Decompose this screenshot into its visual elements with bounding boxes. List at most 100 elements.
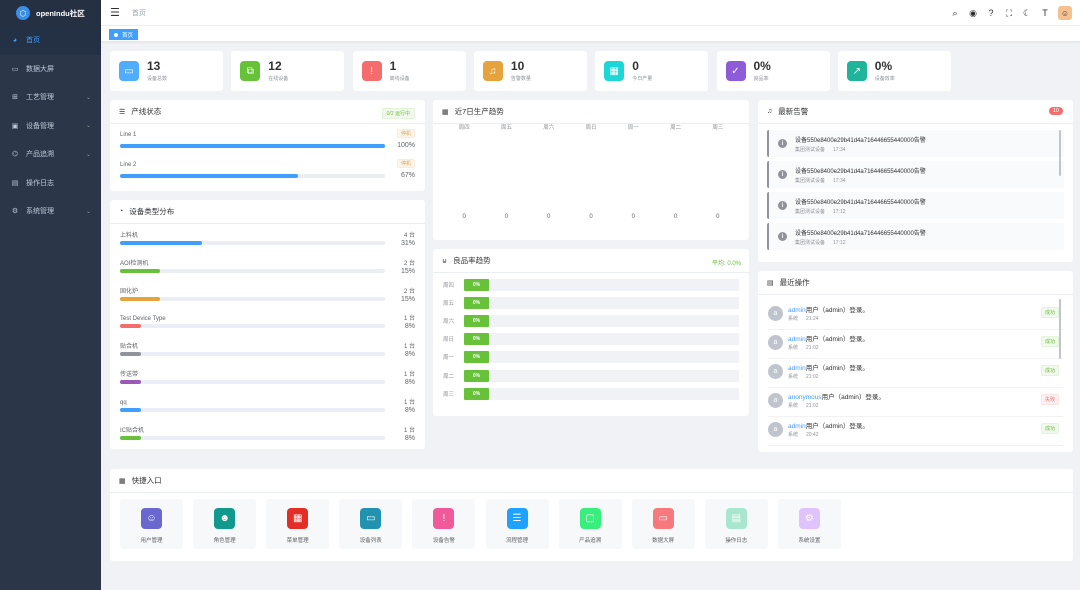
screen-icon: ▭ xyxy=(652,508,674,529)
yield-bar: 0% xyxy=(464,369,489,382)
yield-track xyxy=(464,297,739,310)
yield-title: 良品率趋势 xyxy=(453,256,491,265)
logo[interactable]: ⬡ openIndu社区 xyxy=(0,0,101,26)
operations-header: ▤ 最近操作 xyxy=(758,271,1073,295)
operation-user[interactable]: admin xyxy=(788,336,806,343)
device-type-row: qq 1 台 8% xyxy=(120,397,415,424)
device-dist-title: 设备类型分布 xyxy=(129,207,175,216)
grid-icon: ▦ xyxy=(119,477,126,485)
chevron-down-icon: ⌄ xyxy=(85,151,91,158)
sliders-icon: ☰ xyxy=(506,508,528,529)
help-icon[interactable]: ? xyxy=(986,8,996,18)
line-row: Line 1 停机 100% xyxy=(120,129,415,153)
yield-bar: 0% xyxy=(464,279,489,291)
trend-icon: ↗ xyxy=(846,61,867,81)
operation-text: anonymous用户（admin）登录。 xyxy=(788,391,885,401)
trace-icon: ⌬ xyxy=(11,151,19,159)
trend-x-label: 周六 xyxy=(543,124,555,131)
search-icon[interactable]: ⌕ xyxy=(950,8,960,19)
quick-entry-7[interactable]: ▭ 数据大屏 xyxy=(631,499,695,549)
device-icon: ▣ xyxy=(11,122,19,130)
device-type-name: 传送带 xyxy=(120,372,139,378)
alarm-item[interactable]: i 设备550e8400e29b41d4a716446655440000告警 集团测… xyxy=(767,161,1064,188)
operation-meta: 系统 21:24 xyxy=(788,315,827,322)
trend-x-label: 周五 xyxy=(501,124,513,131)
progress-percent: 100% xyxy=(397,142,415,149)
alarm-scrollbar[interactable] xyxy=(1059,130,1061,176)
alarm-source: 集团测试设备 xyxy=(795,177,826,184)
sidebar-item-6[interactable]: ⚙ 系统管理 ⌄ xyxy=(0,197,101,226)
yield-row: 周一 0% xyxy=(443,351,739,364)
operation-user[interactable]: anonymous xyxy=(788,394,822,401)
dashboard-icon: ◕ xyxy=(12,36,18,44)
quick-entry-2[interactable]: ▦ 菜单管理 xyxy=(266,499,330,549)
sidebar-item-4[interactable]: ⌬ 产品追溯 ⌄ xyxy=(0,140,101,169)
stat-text: 12 在线设备 xyxy=(268,60,288,83)
line-status-tag: 停机 xyxy=(396,159,415,168)
progress-fill xyxy=(120,380,142,384)
device-type-row: 传送带 1 台 8% xyxy=(120,369,415,396)
quick-entry-8[interactable]: ▤ 操作日志 xyxy=(704,499,768,549)
device-type-row: AOI检测机 2 台 15% xyxy=(120,258,415,285)
operations-panel: ▤ 最近操作 a admin用户（admin）登录。 系统 21:24 成功 a admin… xyxy=(758,271,1073,452)
quick-entry-3[interactable]: ▭ 设备列表 xyxy=(339,499,403,549)
quick-entry-6[interactable]: ▢ 产品追溯 xyxy=(558,499,622,549)
sidebar-item-0[interactable]: ◕ 首页 xyxy=(0,26,101,55)
progress-fill xyxy=(120,324,142,329)
topbar-actions: ⌕ ◉? ⛶ ☾ T ☺ xyxy=(950,6,1072,20)
stat-label: 设备效率 xyxy=(874,76,895,82)
quick-entry-0[interactable]: ☺ 用户管理 xyxy=(120,499,183,549)
operation-user[interactable]: admin xyxy=(788,307,806,314)
device-type-count: 2 台 xyxy=(403,260,415,267)
fullscreen-icon[interactable]: ⛶ xyxy=(1004,8,1014,19)
stat-value: 1 xyxy=(389,59,397,73)
operation-meta: 系统 21:02 xyxy=(788,402,827,409)
sidebar-item-2[interactable]: ⊞ 工艺管理 ⌄ xyxy=(0,83,101,112)
stat-card-5: ✓ 0% 良品率 xyxy=(716,51,830,91)
alarm-item[interactable]: i 设备550e8400e29b41d4a716446655440000告警 集团测… xyxy=(767,223,1064,250)
theme-moon-icon[interactable]: ☾ xyxy=(1022,8,1032,19)
quick-title: 快捷入口 xyxy=(131,476,162,485)
progress-track xyxy=(120,352,385,357)
tag-home[interactable]: 首页 xyxy=(109,29,139,40)
font-size-icon[interactable]: T xyxy=(1040,8,1050,18)
chevron-down-icon: ⌄ xyxy=(85,94,91,101)
quick-entry-5[interactable]: ☰ 流程管理 xyxy=(485,499,549,549)
status-badge: 成功 xyxy=(1040,365,1059,376)
alarm-source: 集团测试设备 xyxy=(795,146,826,153)
line-name: Line 1 xyxy=(120,132,137,138)
github-icon[interactable]: ◉ xyxy=(968,8,978,19)
sidebar-item-3[interactable]: ▣ 设备管理 ⌄ xyxy=(0,112,101,141)
menu-grid-icon: ▦ xyxy=(287,508,309,529)
quick-entry-label: 角色管理 xyxy=(213,538,236,544)
alarm-item[interactable]: i 设备550e8400e29b41d4a716446655440000告警 集团测… xyxy=(767,192,1064,219)
hamburger-icon[interactable]: ☰ xyxy=(110,6,120,19)
operation-module: 系统 xyxy=(788,403,799,409)
progress-fill xyxy=(120,407,142,412)
alarm-title: 设备550e8400e29b41d4a716446655440000告警 xyxy=(795,168,926,175)
quick-entry-1[interactable]: ☻ 角色管理 xyxy=(193,499,257,549)
trend-value-label: 0 xyxy=(462,214,466,220)
pie-chart-icon: ◔ xyxy=(119,208,124,215)
sidebar-item-5[interactable]: ▤ 操作日志 xyxy=(0,169,101,198)
quick-entry-9[interactable]: ⚙ 系统设置 xyxy=(777,499,841,549)
quick-entry-4[interactable]: ! 设备告警 xyxy=(412,499,476,549)
alarm-panel: ♫ 最新告警 10 i 设备550e8400e29b41d4a7164466554… xyxy=(758,100,1073,262)
stat-label: 今日产量 xyxy=(632,76,653,82)
sidebar-item-1[interactable]: ▭ 数据大屏 xyxy=(0,55,101,84)
user-avatar-icon: a xyxy=(768,335,783,350)
breadcrumb[interactable]: 首页 xyxy=(132,8,146,18)
device-type-count: 1 台 xyxy=(403,372,415,378)
stat-label: 良品率 xyxy=(753,76,769,82)
operation-user[interactable]: admin xyxy=(788,423,806,430)
avatar[interactable]: ☺ xyxy=(1058,6,1072,20)
alarm-time: 17:34 xyxy=(833,146,846,153)
quick-entry-label: 产品追溯 xyxy=(579,538,602,544)
line-status-tag: 停机 xyxy=(396,129,415,138)
operation-user[interactable]: admin xyxy=(788,365,806,372)
alarm-item[interactable]: i 设备550e8400e29b41d4a716446655440000告警 集团测… xyxy=(767,130,1064,157)
device-type-percent: 8% xyxy=(404,434,415,442)
operations-scrollbar[interactable] xyxy=(1059,299,1061,359)
device-type-name: 固化炉 xyxy=(120,288,139,295)
device-type-count: 1 台 xyxy=(403,344,415,351)
